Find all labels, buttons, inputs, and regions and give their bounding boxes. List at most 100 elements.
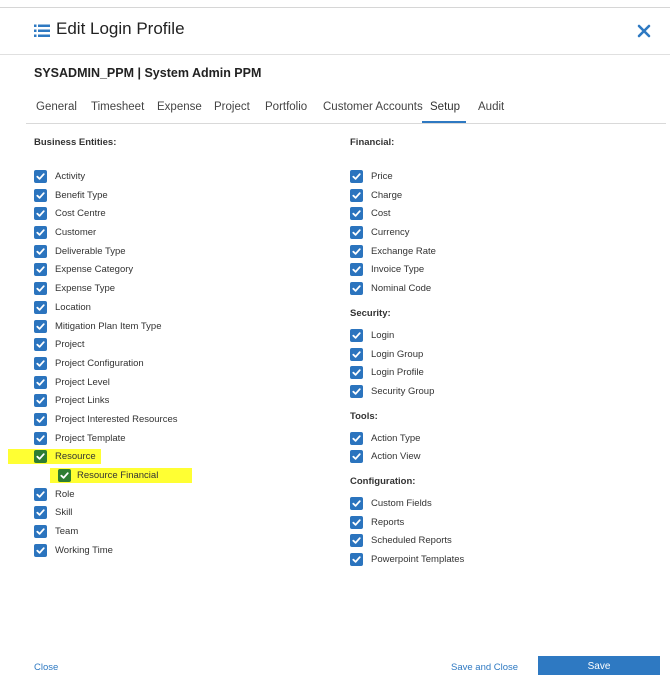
checkbox-row-resource-financial[interactable]: Resource Financial (34, 466, 193, 485)
checkbox-label: Customer (55, 227, 97, 239)
checkbox-row-reports[interactable]: Reports (350, 513, 415, 532)
checkbox-mitigation-plan-item-type[interactable] (34, 319, 47, 333)
checkbox-row-role[interactable]: Role (34, 485, 116, 504)
checkbox-reports[interactable] (350, 515, 363, 529)
checkbox-row-action-view[interactable]: Action View (350, 447, 420, 466)
checkmark-icon (36, 490, 45, 498)
tab-project[interactable]: Project (214, 101, 250, 113)
checkbox-row-login[interactable]: Login (350, 326, 415, 345)
checkbox-row-login-profile[interactable]: Login Profile (350, 363, 424, 382)
tab-audit[interactable]: Audit (478, 101, 504, 113)
checkbox-activity[interactable] (34, 170, 47, 183)
checkmark-icon (36, 434, 45, 442)
checkbox-benefit-type[interactable] (34, 188, 47, 202)
checkbox-project-level[interactable] (34, 375, 47, 389)
checkbox-row-expense-category[interactable]: Expense Category (34, 260, 133, 279)
checkbox-row-action-type[interactable]: Action Type (350, 429, 420, 448)
active-tab-indicator (422, 121, 466, 123)
checkbox-row-currency[interactable]: Currency (350, 223, 415, 242)
checkbox-row-project-links[interactable]: Project Links (34, 391, 116, 410)
checkbox-cost-centre[interactable] (34, 207, 47, 221)
tab-setup[interactable]: Setup (430, 101, 460, 113)
checkbox-row-cost-centre[interactable]: Cost Centre (34, 204, 116, 223)
checkbox-exchange-rate[interactable] (350, 244, 363, 258)
checkbox-row-security-group[interactable]: Security Group (350, 382, 434, 401)
checkbox-row-powerpoint-templates[interactable]: Powerpoint Templates (350, 550, 464, 569)
checkbox-row-skill[interactable]: Skill (34, 503, 116, 522)
checkbox-row-project-configuration[interactable]: Project Configuration (34, 354, 144, 373)
checkbox-team[interactable] (34, 525, 47, 539)
checkbox-row-expense-type[interactable]: Expense Type (34, 279, 116, 298)
checkbox-login[interactable] (350, 328, 363, 342)
checkbox-row-resource[interactable]: Resource (7, 447, 116, 466)
checkbox-row-nominal-code[interactable]: Nominal Code (350, 279, 431, 298)
checkbox-row-scheduled-reports[interactable]: Scheduled Reports (350, 531, 452, 550)
tab-general[interactable]: General (36, 101, 77, 113)
checkbox-working-time[interactable] (34, 543, 47, 557)
checkbox-invoice-type[interactable] (350, 263, 363, 277)
close-link[interactable]: Close (34, 662, 58, 673)
checkbox-label: Team (55, 526, 79, 538)
checkbox-row-mitigation-plan-item-type[interactable]: Mitigation Plan Item Type (34, 317, 162, 336)
checkbox-project[interactable] (34, 338, 47, 352)
checkbox-currency[interactable] (350, 226, 363, 240)
checkbox-row-customer[interactable]: Customer (34, 223, 116, 242)
save-button[interactable]: Save (538, 656, 660, 675)
checkbox-scheduled-reports[interactable] (350, 534, 363, 548)
checkbox-location[interactable] (34, 300, 47, 314)
checkbox-row-deliverable-type[interactable]: Deliverable Type (34, 242, 126, 261)
checkbox-resource[interactable] (34, 450, 47, 464)
checkbox-project-template[interactable] (34, 431, 47, 445)
checkbox-cost[interactable] (350, 207, 363, 221)
checkbox-skill[interactable] (34, 506, 47, 520)
checkbox-row-login-group[interactable]: Login Group (350, 345, 423, 364)
checkbox-row-activity[interactable]: Activity (34, 167, 116, 186)
checkbox-project-configuration[interactable] (34, 356, 47, 370)
save-and-close-link[interactable]: Save and Close (451, 662, 518, 673)
checkbox-expense-category[interactable] (34, 263, 47, 277)
checkbox-row-project-level[interactable]: Project Level (34, 373, 116, 392)
checkmark-icon (352, 210, 361, 218)
checkbox-action-view[interactable] (350, 450, 363, 464)
checkbox-row-exchange-rate[interactable]: Exchange Rate (350, 242, 436, 261)
checkbox-price[interactable] (350, 170, 363, 183)
dialog-title: Edit Login Profile (56, 19, 185, 38)
checkbox-row-project-template[interactable]: Project Template (34, 429, 126, 448)
tab-expense[interactable]: Expense (157, 101, 202, 113)
checkbox-project-links[interactable] (34, 394, 47, 408)
checkbox-custom-fields[interactable] (350, 496, 363, 510)
checkbox-row-project-interested-resources[interactable]: Project Interested Resources (34, 410, 178, 429)
checkbox-nominal-code[interactable] (350, 282, 363, 296)
checkbox-row-benefit-type[interactable]: Benefit Type (34, 186, 116, 205)
checkbox-expense-type[interactable] (34, 282, 47, 296)
checkbox-row-invoice-type[interactable]: Invoice Type (350, 260, 424, 279)
profile-subtitle: SYSADMIN_PPM | System Admin PPM (34, 66, 262, 80)
checkbox-customer[interactable] (34, 226, 47, 240)
checkbox-login-group[interactable] (350, 347, 363, 361)
checkbox-row-working-time[interactable]: Working Time (34, 541, 116, 560)
checkbox-row-custom-fields[interactable]: Custom Fields (350, 494, 432, 513)
checkbox-label: Reports (371, 516, 405, 528)
checkbox-charge[interactable] (350, 188, 363, 202)
checkbox-deliverable-type[interactable] (34, 244, 47, 258)
checkbox-role[interactable] (34, 487, 47, 501)
checkbox-label: Resource (55, 451, 96, 463)
checkbox-action-type[interactable] (350, 431, 363, 445)
checkbox-row-price[interactable]: Price (350, 167, 415, 186)
checkbox-row-charge[interactable]: Charge (350, 186, 415, 205)
checkbox-login-profile[interactable] (350, 366, 363, 380)
tab-portfolio[interactable]: Portfolio (265, 101, 307, 113)
checkbox-project-interested-resources[interactable] (34, 412, 47, 426)
checkbox-label: Mitigation Plan Item Type (55, 320, 162, 332)
checkbox-row-team[interactable]: Team (34, 522, 116, 541)
checkbox-row-cost[interactable]: Cost (350, 204, 415, 223)
checkbox-powerpoint-templates[interactable] (350, 553, 363, 566)
checkmark-icon (352, 229, 361, 236)
tab-customer-accounts[interactable]: Customer Accounts (323, 101, 423, 113)
close-icon[interactable] (634, 21, 654, 41)
tab-timesheet[interactable]: Timesheet (91, 101, 144, 113)
checkbox-security-group[interactable] (350, 384, 363, 398)
checkbox-row-location[interactable]: Location (34, 298, 116, 317)
checkbox-resource-financial[interactable] (58, 469, 71, 482)
checkbox-row-project[interactable]: Project (34, 335, 116, 354)
